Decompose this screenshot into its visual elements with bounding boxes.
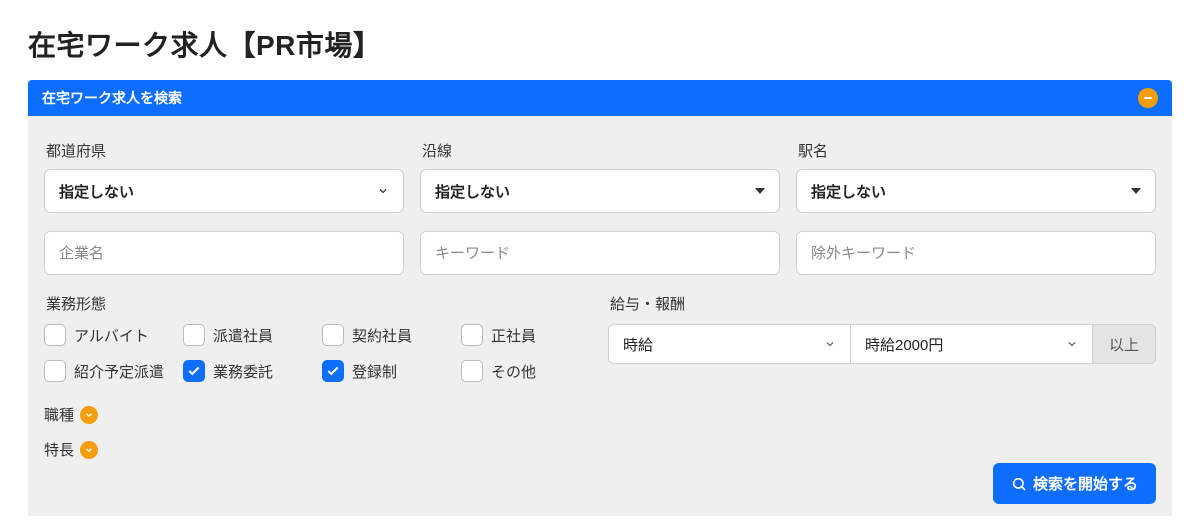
checkbox-box (183, 360, 205, 382)
station-value: 指定しない (811, 181, 1131, 202)
station-select[interactable]: 指定しない (796, 169, 1156, 213)
company-input-wrap (44, 231, 404, 275)
checkbox-label: 派遣社員 (213, 325, 273, 346)
checkbox-label: その他 (491, 361, 536, 382)
employment-checkbox[interactable]: 登録制 (322, 360, 453, 382)
panel-body: 都道府県 指定しない 沿線 指定しない 駅名 (28, 116, 1172, 516)
checkbox-label: 登録制 (352, 361, 397, 382)
search-icon (1011, 476, 1027, 492)
salary-row: 時給 時給2000円 以上 (608, 324, 1156, 364)
chevron-down-badge-icon (80, 406, 98, 424)
minus-icon (1144, 97, 1152, 99)
checkbox-box (183, 324, 205, 346)
salary-amount-value: 時給2000円 (865, 334, 1066, 355)
filter-row-3: 業務形態 アルバイト 派遣社員 契約社員 正社員紹介予定派遣 業務委託 登録制 その他 給与… (44, 293, 1156, 382)
employment-checkbox[interactable]: アルバイト (44, 324, 175, 346)
employment-label: 業務形態 (44, 293, 592, 314)
employment-checkbox[interactable]: 業務委託 (183, 360, 314, 382)
features-expander[interactable]: 特長 (44, 439, 1156, 460)
checkbox-box (44, 324, 66, 346)
caret-down-icon (755, 188, 765, 194)
employment-checkbox[interactable]: 派遣社員 (183, 324, 314, 346)
search-panel: 在宅ワーク求人を検索 都道府県 指定しない 沿線 (28, 80, 1172, 516)
filter-row-2 (44, 231, 1156, 275)
checkbox-box (322, 360, 344, 382)
checkbox-label: 紹介予定派遣 (74, 361, 164, 382)
prefecture-label: 都道府県 (44, 140, 404, 161)
salary-type-select[interactable]: 時給 (608, 324, 851, 364)
prefecture-value: 指定しない (59, 181, 377, 202)
job-type-expander-label: 職種 (44, 404, 74, 425)
checkbox-box (322, 324, 344, 346)
salary-suffix: 以上 (1093, 324, 1156, 364)
employment-checkbox[interactable]: 契約社員 (322, 324, 453, 346)
caret-down-icon (1131, 188, 1141, 194)
page-title: 在宅ワーク求人【PR市場】 (28, 24, 1172, 64)
employment-checkbox[interactable]: 正社員 (461, 324, 592, 346)
search-button[interactable]: 検索を開始する (993, 463, 1156, 504)
checkbox-label: 業務委託 (213, 361, 273, 382)
employment-checkbox[interactable]: その他 (461, 360, 592, 382)
features-expander-label: 特長 (44, 439, 74, 460)
prefecture-select[interactable]: 指定しない (44, 169, 404, 213)
exclude-keyword-input[interactable] (811, 245, 1141, 262)
line-label: 沿線 (420, 140, 780, 161)
chevron-down-icon (1066, 338, 1078, 350)
checkbox-box (461, 324, 483, 346)
salary-label: 給与・報酬 (608, 293, 1156, 314)
line-value: 指定しない (435, 181, 755, 202)
panel-header: 在宅ワーク求人を検索 (28, 80, 1172, 116)
panel-header-title: 在宅ワーク求人を検索 (42, 88, 182, 108)
collapse-button[interactable] (1138, 88, 1158, 108)
chevron-down-icon (377, 185, 389, 197)
chevron-down-icon (824, 338, 836, 350)
checkbox-label: アルバイト (74, 325, 149, 346)
checkbox-label: 契約社員 (352, 325, 412, 346)
chevron-down-badge-icon (80, 441, 98, 459)
line-select[interactable]: 指定しない (420, 169, 780, 213)
salary-type-value: 時給 (623, 334, 824, 355)
checkbox-box (44, 360, 66, 382)
checkbox-label: 正社員 (491, 325, 536, 346)
checkbox-box (461, 360, 483, 382)
salary-amount-select[interactable]: 時給2000円 (851, 324, 1093, 364)
filter-row-1: 都道府県 指定しない 沿線 指定しない 駅名 (44, 140, 1156, 213)
company-input[interactable] (59, 245, 389, 262)
search-button-label: 検索を開始する (1033, 473, 1138, 494)
exclude-input-wrap (796, 231, 1156, 275)
keyword-input[interactable] (435, 245, 765, 262)
station-label: 駅名 (796, 140, 1156, 161)
job-type-expander[interactable]: 職種 (44, 404, 1156, 425)
keyword-input-wrap (420, 231, 780, 275)
employment-checkbox-grid: アルバイト 派遣社員 契約社員 正社員紹介予定派遣 業務委託 登録制 その他 (44, 324, 592, 382)
employment-checkbox[interactable]: 紹介予定派遣 (44, 360, 175, 382)
